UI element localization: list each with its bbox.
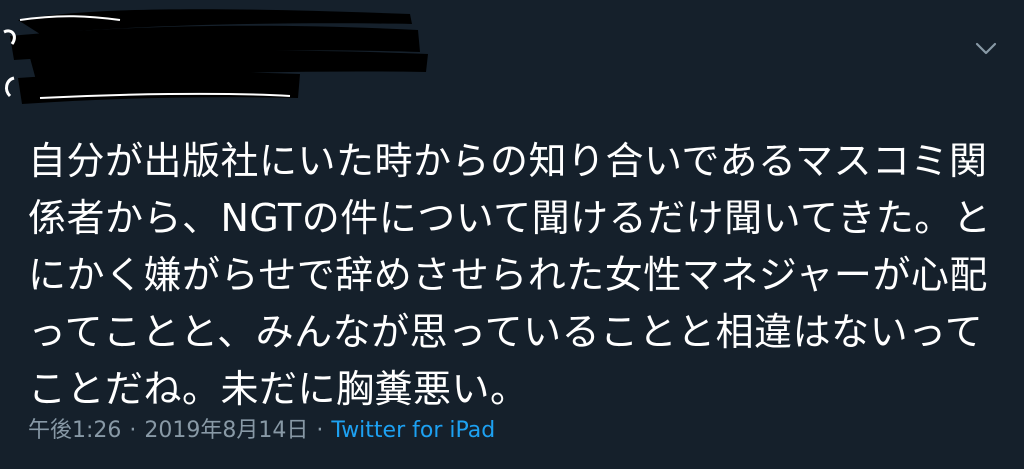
tweet-card: 自分が出版社にいた時からの知り合いであるマスコミ関係者から、NGTの件について聞… [0,0,1024,469]
tweet-meta: 午後1:26 · 2019年8月14日 · Twitter for iPad [28,416,495,446]
tweet-time[interactable]: 午後1:26 [28,416,121,446]
tweet-source-link[interactable]: Twitter for iPad [331,416,495,446]
meta-separator: · [129,418,137,443]
meta-separator: · [316,418,324,443]
tweet-text: 自分が出版社にいた時からの知り合いであるマスコミ関係者から、NGTの件について聞… [28,139,992,411]
redacted-user-header [3,9,428,104]
tweet-date[interactable]: 2019年8月14日 [144,416,308,446]
tweet-menu-button[interactable] [968,34,1004,64]
chevron-down-icon [975,42,997,55]
